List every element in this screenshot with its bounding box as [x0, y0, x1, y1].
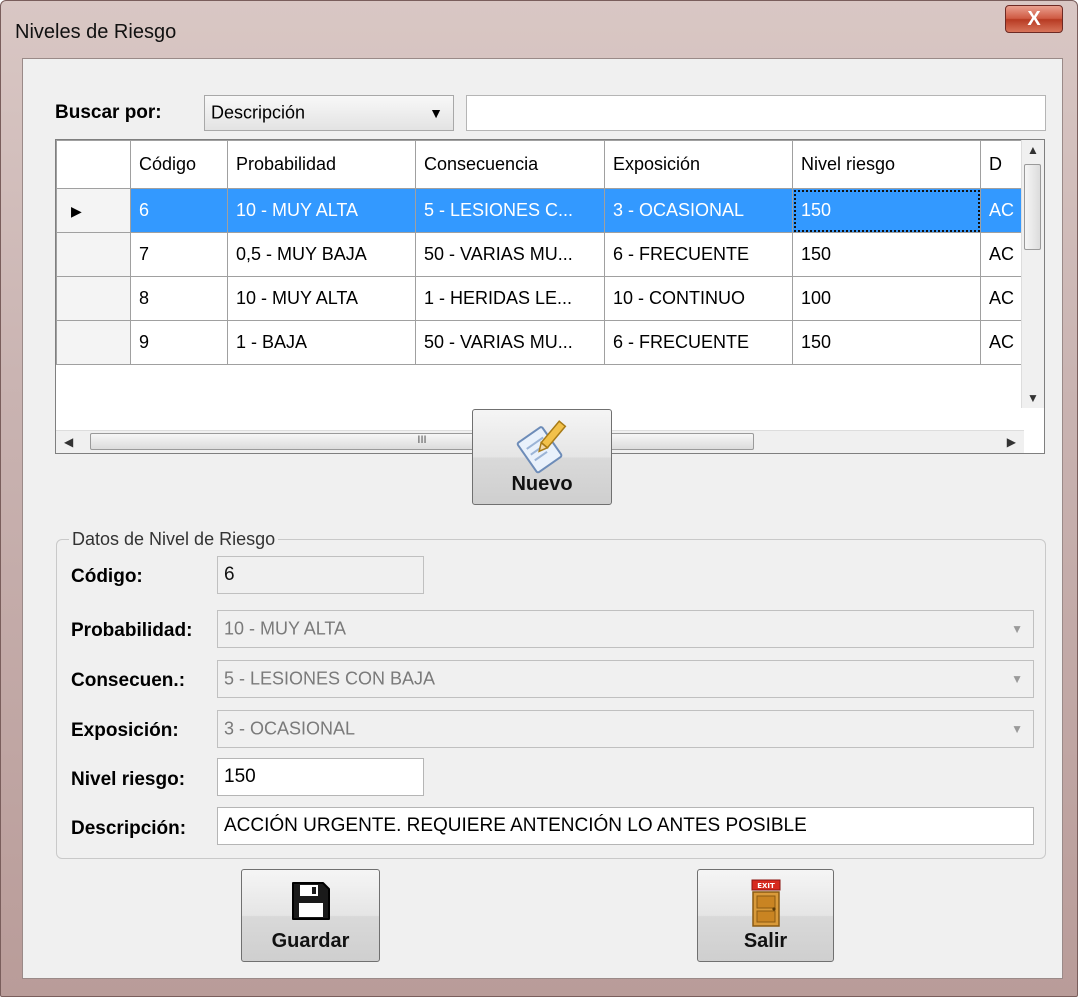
chevron-down-icon: ▼: [1011, 622, 1023, 636]
exposicion-select[interactable]: 3 - OCASIONAL ▼: [217, 710, 1034, 748]
row-header[interactable]: [56, 276, 131, 321]
cell-nivel-riesgo[interactable]: 100: [792, 276, 981, 321]
cell-exposicion[interactable]: 6 - FRECUENTE: [604, 320, 793, 365]
cell-codigo[interactable]: 6: [130, 188, 228, 233]
cell-probabilidad[interactable]: 1 - BAJA: [227, 320, 416, 365]
window: Niveles de Riesgo X Buscar por: Descripc…: [0, 0, 1078, 997]
consecuencia-label: Consecuen.:: [71, 670, 186, 691]
cell-consecuencia[interactable]: 5 - LESIONES C...: [415, 188, 605, 233]
grid-corner: [56, 140, 131, 189]
cell-consecuencia[interactable]: 50 - VARIAS MU...: [415, 320, 605, 365]
scroll-up-arrow-icon[interactable]: ▲: [1027, 143, 1039, 157]
cell-exposicion[interactable]: 10 - CONTINUO: [604, 276, 793, 321]
chevron-down-icon: ▼: [1011, 672, 1023, 686]
horizontal-scroll-thumb[interactable]: III: [90, 433, 754, 450]
cell-consecuencia[interactable]: 50 - VARIAS MU...: [415, 232, 605, 277]
row-header[interactable]: [56, 320, 131, 365]
cell-nivel-riesgo[interactable]: 150: [792, 232, 981, 277]
row-header[interactable]: ▶: [56, 188, 131, 233]
pencil-document-icon: [516, 420, 567, 474]
chevron-down-icon: ▼: [429, 105, 443, 121]
cell-probabilidad[interactable]: 10 - MUY ALTA: [227, 188, 416, 233]
cell-probabilidad[interactable]: 0,5 - MUY BAJA: [227, 232, 416, 277]
vertical-scrollbar[interactable]: ▲ ▼: [1021, 140, 1044, 408]
table-row[interactable]: ▶ 6 10 - MUY ALTA 5 - LESIONES C... 3 - …: [56, 188, 1031, 233]
nuevo-button-label: Nuevo: [511, 473, 573, 495]
codigo-value: 6: [224, 564, 235, 585]
row-header[interactable]: [56, 232, 131, 277]
codigo-label: Código:: [71, 566, 143, 587]
title-bar[interactable]: Niveles de Riesgo X: [1, 1, 1077, 57]
vertical-scroll-thumb[interactable]: [1024, 164, 1041, 250]
scroll-grip: III: [417, 434, 427, 446]
scroll-left-arrow-icon[interactable]: ◀: [64, 435, 73, 449]
col-header-probabilidad[interactable]: Probabilidad: [227, 140, 416, 189]
table-row[interactable]: 7 0,5 - MUY BAJA 50 - VARIAS MU... 6 - F…: [56, 232, 1031, 277]
cell-exposicion[interactable]: 3 - OCASIONAL: [604, 188, 793, 233]
search-input[interactable]: [466, 95, 1046, 131]
probabilidad-label: Probabilidad:: [71, 620, 193, 641]
salir-button[interactable]: EXIT Salir: [697, 869, 834, 962]
window-title: Niveles de Riesgo: [15, 21, 177, 43]
exposicion-value: 3 - OCASIONAL: [224, 718, 356, 739]
table-row[interactable]: 9 1 - BAJA 50 - VARIAS MU... 6 - FRECUEN…: [56, 320, 1031, 365]
consecuencia-value: 5 - LESIONES CON BAJA: [224, 668, 436, 689]
nuevo-button[interactable]: Nuevo: [472, 409, 612, 505]
table-row[interactable]: 8 10 - MUY ALTA 1 - HERIDAS LE... 10 - C…: [56, 276, 1031, 321]
scroll-down-arrow-icon[interactable]: ▼: [1027, 391, 1039, 405]
col-header-consecuencia[interactable]: Consecuencia: [415, 140, 605, 189]
current-row-arrow-icon: ▶: [71, 203, 82, 219]
search-field-select[interactable]: Descripción ▼: [204, 95, 454, 131]
exposicion-label: Exposición:: [71, 720, 179, 741]
cell-nivel-riesgo[interactable]: 150: [792, 188, 981, 233]
salir-button-label: Salir: [743, 930, 788, 952]
risk-levels-grid[interactable]: Código Probabilidad Consecuencia Exposic…: [55, 139, 1045, 454]
group-title: Datos de Nivel de Riesgo: [72, 529, 276, 549]
cell-consecuencia[interactable]: 1 - HERIDAS LE...: [415, 276, 605, 321]
guardar-button[interactable]: Guardar: [241, 869, 380, 962]
col-header-nivel-riesgo[interactable]: Nivel riesgo: [792, 140, 981, 189]
cell-codigo[interactable]: 8: [130, 276, 228, 321]
cell-exposicion[interactable]: 6 - FRECUENTE: [604, 232, 793, 277]
client-area: Buscar por: Descripción ▼ Código Probabi…: [22, 58, 1063, 979]
descripcion-label: Descripción:: [71, 818, 187, 839]
descripcion-value: ACCIÓN URGENTE. REQUIERE ANTENCIÓN LO AN…: [224, 815, 807, 836]
chevron-down-icon: ▼: [1011, 722, 1023, 736]
consecuencia-select[interactable]: 5 - LESIONES CON BAJA ▼: [217, 660, 1034, 698]
cell-codigo[interactable]: 9: [130, 320, 228, 365]
close-button[interactable]: X: [1005, 5, 1063, 33]
nivel-riesgo-field[interactable]: 150: [217, 758, 424, 796]
scroll-right-arrow-icon[interactable]: ▶: [1007, 435, 1016, 449]
probabilidad-value: 10 - MUY ALTA: [224, 618, 347, 639]
cell-nivel-riesgo[interactable]: 150: [792, 320, 981, 365]
cell-codigo[interactable]: 7: [130, 232, 228, 277]
nivel-riesgo-label: Nivel riesgo:: [71, 769, 186, 790]
exit-sign-text: EXIT: [757, 882, 775, 890]
search-label: Buscar por:: [55, 102, 162, 123]
exit-door-icon: EXIT: [751, 879, 780, 927]
col-header-codigo[interactable]: Código: [130, 140, 228, 189]
cell-probabilidad[interactable]: 10 - MUY ALTA: [227, 276, 416, 321]
codigo-field: 6: [217, 556, 424, 594]
probabilidad-select[interactable]: 10 - MUY ALTA ▼: [217, 610, 1034, 648]
floppy-disk-icon: [291, 882, 330, 920]
guardar-button-label: Guardar: [271, 930, 350, 952]
col-header-exposicion[interactable]: Exposición: [604, 140, 793, 189]
nivel-riesgo-value: 150: [224, 766, 256, 787]
descripcion-field[interactable]: ACCIÓN URGENTE. REQUIERE ANTENCIÓN LO AN…: [217, 807, 1034, 845]
search-field-value: Descripción: [211, 102, 306, 123]
